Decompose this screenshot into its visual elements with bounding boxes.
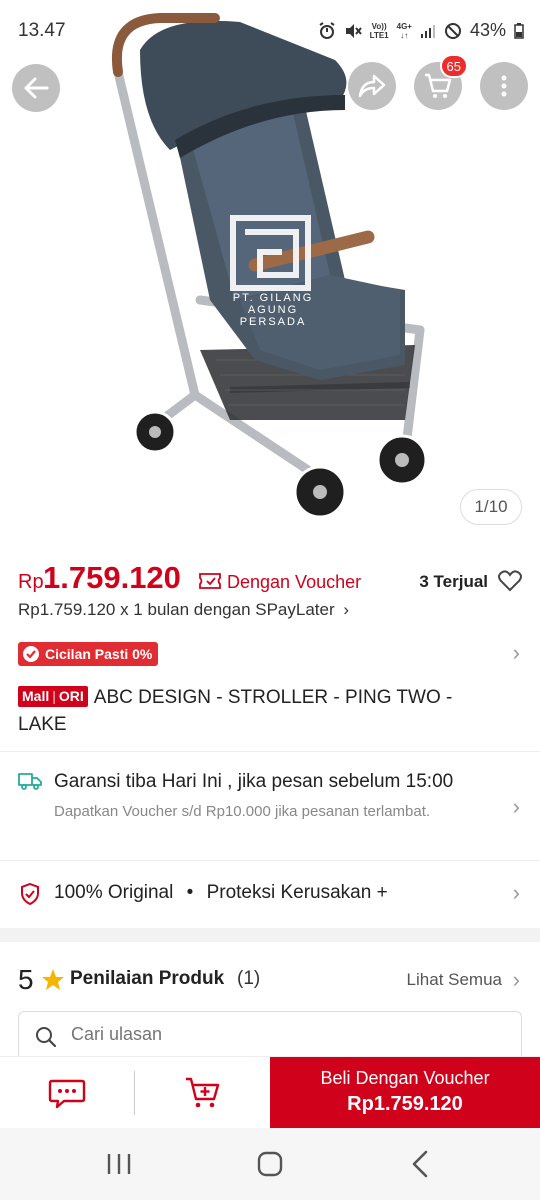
recent-apps-icon[interactable] bbox=[106, 1152, 132, 1176]
system-nav-bar bbox=[0, 1128, 540, 1200]
more-vertical-icon bbox=[501, 75, 507, 97]
watermark-text: PT. GILANG AGUNG PERSADA bbox=[232, 292, 314, 328]
mall-ori-badge: Mall | ORI bbox=[18, 686, 88, 707]
see-all-reviews-link[interactable]: Lihat Semua bbox=[407, 970, 502, 990]
mute-icon bbox=[345, 23, 362, 38]
price-currency: Rp bbox=[18, 571, 44, 593]
cart-button[interactable]: 65 bbox=[414, 54, 468, 110]
product-title: Mall | ORI ABC DESIGN - STROLLER - PING TWO… bbox=[18, 684, 500, 738]
chevron-right-icon: › bbox=[512, 880, 520, 905]
image-counter: 1/10 bbox=[460, 489, 522, 525]
chevron-right-icon[interactable]: › bbox=[513, 967, 520, 993]
heart-icon[interactable] bbox=[498, 570, 522, 592]
signal-icon bbox=[420, 24, 435, 38]
chevron-right-icon: › bbox=[343, 600, 350, 619]
buy-with-voucher-button[interactable]: Beli Dengan Voucher Rp1.759.120 bbox=[270, 1057, 540, 1129]
chat-button[interactable] bbox=[0, 1057, 134, 1129]
cicilan-badge: Cicilan Pasti 0% bbox=[18, 642, 159, 666]
sold-count: 3 Terjual bbox=[419, 572, 488, 591]
truck-icon bbox=[18, 773, 42, 790]
status-time: 13.47 bbox=[18, 20, 66, 41]
arrow-left-icon bbox=[24, 77, 49, 99]
volte-indicator: Vo)) LTE1 bbox=[369, 21, 389, 40]
review-search-input[interactable] bbox=[71, 1024, 491, 1045]
alarm-icon bbox=[319, 21, 335, 39]
add-to-cart-button[interactable] bbox=[135, 1057, 270, 1129]
buy-button-label: Beli Dengan Voucher bbox=[320, 1068, 490, 1088]
battery-icon bbox=[514, 22, 524, 39]
shield-icon bbox=[21, 883, 39, 905]
divider bbox=[0, 860, 540, 861]
price-section: Rp 1.759.120 Dengan Voucher 3 Terjual bbox=[18, 560, 522, 600]
voucher-label[interactable]: Dengan Voucher bbox=[227, 572, 361, 593]
shipping-subtitle: Dapatkan Voucher s/d Rp10.000 jika pesan… bbox=[54, 803, 431, 820]
search-icon bbox=[36, 1027, 57, 1048]
price-value: 1.759.120 bbox=[43, 560, 181, 595]
assurance-text: 100% Original • Proteksi Kerusakan + bbox=[54, 882, 388, 903]
rating-title: Penilaian Produk bbox=[70, 968, 225, 989]
chevron-right-icon: › bbox=[512, 794, 520, 819]
star-icon bbox=[42, 969, 64, 990]
section-divider bbox=[0, 928, 540, 942]
add-cart-icon bbox=[185, 1077, 219, 1108]
network-indicator: 4G+ ↓↑ bbox=[396, 21, 412, 40]
home-icon[interactable] bbox=[256, 1150, 284, 1178]
blocked-icon bbox=[444, 22, 461, 39]
status-bar: 13.47 Vo)) LTE1 4G+ ↓↑ 43% bbox=[0, 0, 540, 60]
chat-icon bbox=[48, 1079, 86, 1109]
spaylater-link[interactable]: Rp1.759.120 x 1 bulan dengan SPayLater › bbox=[18, 600, 349, 620]
back-button[interactable] bbox=[12, 64, 60, 112]
rating-score: 5 bbox=[18, 964, 34, 995]
product-page: PT. GILANG AGUNG PERSADA 1/10 13.47 Vo))… bbox=[0, 0, 540, 1200]
voucher-icon bbox=[199, 573, 221, 589]
share-icon bbox=[358, 74, 386, 98]
shipping-title: Garansi tiba Hari Ini , jika pesan sebel… bbox=[54, 771, 454, 792]
bottom-action-bar: Beli Dengan Voucher Rp1.759.120 bbox=[0, 1056, 540, 1129]
battery-percent: 43% bbox=[469, 20, 506, 40]
divider bbox=[0, 751, 540, 752]
more-options-button[interactable] bbox=[480, 62, 528, 110]
back-nav-icon[interactable] bbox=[410, 1150, 430, 1178]
check-badge-icon bbox=[23, 646, 39, 662]
share-button[interactable] bbox=[348, 62, 396, 110]
rating-count: (1) bbox=[237, 968, 261, 989]
buy-button-price: Rp1.759.120 bbox=[347, 1093, 463, 1115]
chevron-right-icon[interactable]: › bbox=[513, 640, 520, 666]
